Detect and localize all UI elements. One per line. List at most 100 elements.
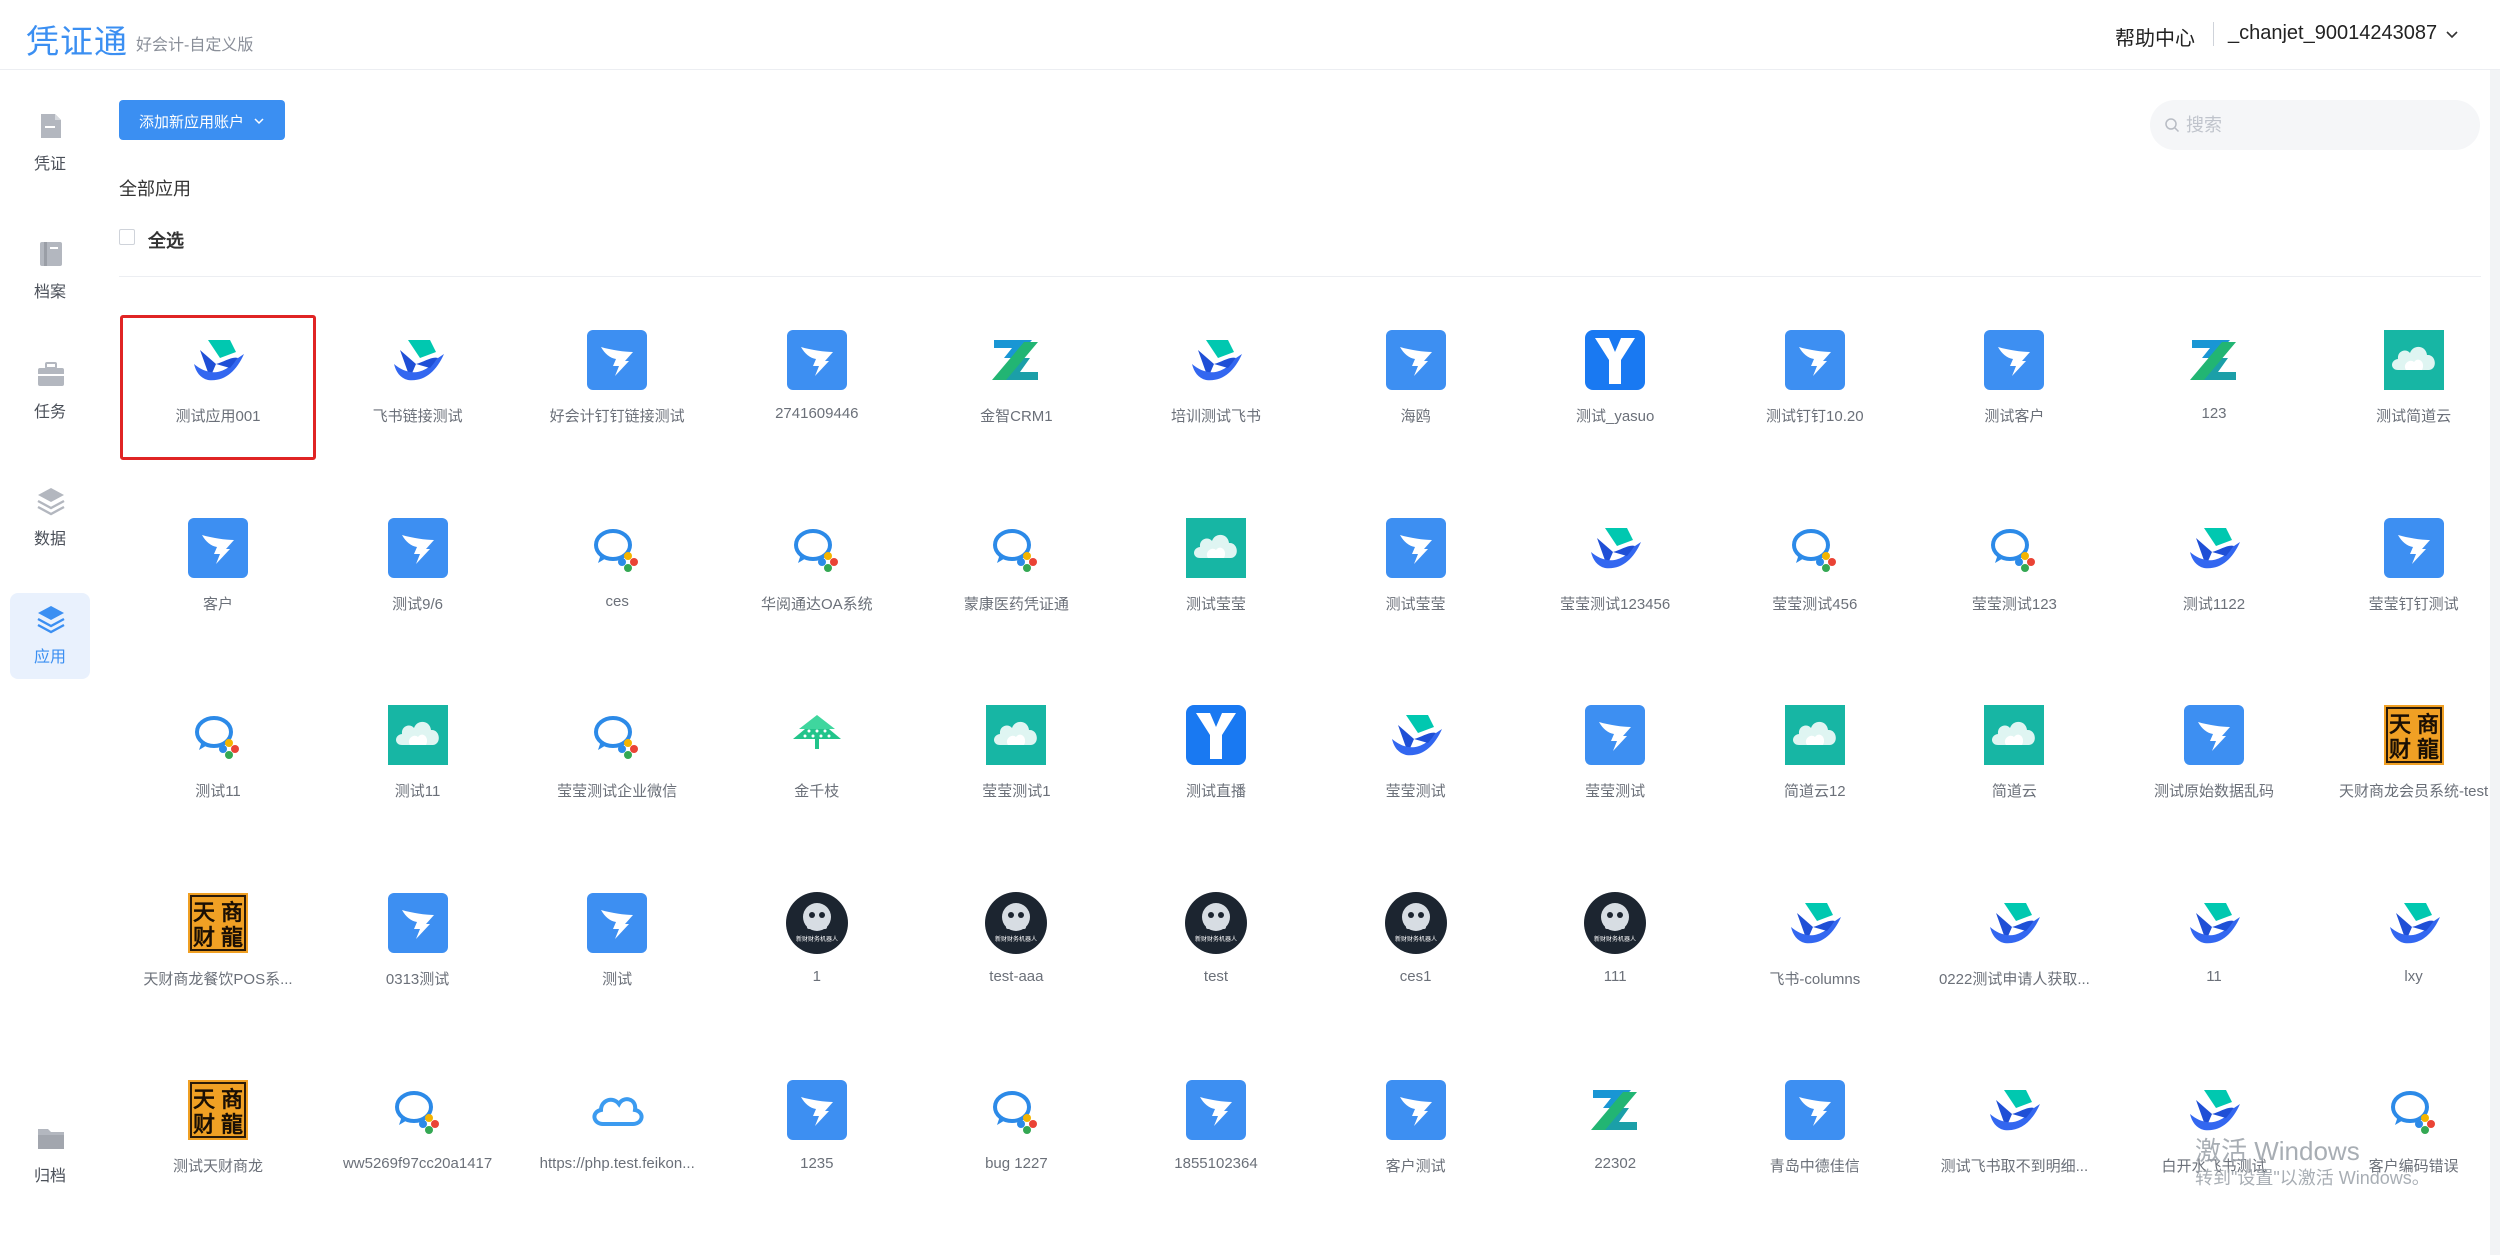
app-card[interactable]: 客户测试 xyxy=(1318,1065,1514,1210)
app-card[interactable]: 11 xyxy=(2116,878,2312,1023)
dingtalk-icon xyxy=(1783,328,1847,392)
feishu-icon xyxy=(1184,328,1248,392)
app-card[interactable]: 飞书链接测试 xyxy=(320,315,516,460)
app-card[interactable]: 1855102364 xyxy=(1118,1065,1314,1210)
app-card[interactable]: 飞书-columns xyxy=(1717,878,1913,1023)
app-card[interactable]: 莹莹测试123456 xyxy=(1517,503,1713,648)
app-card[interactable]: 测试 xyxy=(519,878,715,1023)
app-card[interactable]: 新财财务机器人 ces1 xyxy=(1318,878,1514,1023)
app-card[interactable]: 22302 xyxy=(1517,1065,1713,1210)
page-scrollbar[interactable] xyxy=(2490,70,2500,1255)
app-card[interactable]: 海鸥 xyxy=(1318,315,1514,460)
app-card[interactable]: 青岛中德佳信 xyxy=(1717,1065,1913,1210)
app-card[interactable]: 培训测试飞书 xyxy=(1118,315,1314,460)
app-card[interactable]: 测试直播 xyxy=(1118,690,1314,835)
app-card[interactable]: 华阅通达OA系统 xyxy=(719,503,915,648)
select-all-checkbox[interactable] xyxy=(119,229,135,245)
app-card[interactable]: 新财财务机器人 test-aaa xyxy=(918,878,1114,1023)
app-name: 2741609446 xyxy=(775,405,859,422)
app-card[interactable]: 0222测试申请人获取... xyxy=(1916,878,2112,1023)
help-center-link[interactable]: 帮助中心 xyxy=(2115,22,2195,51)
briefcase-icon xyxy=(38,362,64,386)
app-card[interactable]: 新财财务机器人 111 xyxy=(1517,878,1713,1023)
voucher-icon xyxy=(41,114,61,138)
dingtalk-icon xyxy=(585,328,649,392)
app-card[interactable]: 莹莹测试 xyxy=(1517,690,1713,835)
app-card[interactable]: 莹莹测试456 xyxy=(1717,503,1913,648)
app-name: 莹莹钉钉测试 xyxy=(2368,595,2459,613)
search-box[interactable] xyxy=(2150,100,2480,150)
svg-text:新财财务机器人: 新财财务机器人 xyxy=(1395,935,1437,943)
app-card[interactable]: 天 商 财 龍 测试天财商龙 xyxy=(120,1065,316,1210)
sidebar-item-label: 数据 xyxy=(33,531,66,548)
app-card[interactable]: bug 1227 xyxy=(918,1065,1114,1210)
app-card[interactable]: 测试客户 xyxy=(1916,315,2112,460)
wecom-icon xyxy=(984,516,1048,580)
app-name: 简道云12 xyxy=(1783,783,1846,801)
app-card[interactable]: 好会计钉钉链接测试 xyxy=(519,315,715,460)
app-card[interactable]: ww5269f97cc20a1417 xyxy=(320,1065,516,1210)
section-title: 全部应用 xyxy=(119,179,191,199)
app-card[interactable]: 金千枝 xyxy=(719,690,915,835)
app-logo[interactable]: 凭证通 xyxy=(26,15,128,63)
app-name: 好会计钉钉链接测试 xyxy=(549,408,685,425)
app-card[interactable]: 客户 xyxy=(120,503,316,648)
yonyou-icon xyxy=(1583,328,1647,392)
sidebar-item-task[interactable]: 任务 xyxy=(10,348,90,434)
sidebar-item-voucher[interactable]: 凭证 xyxy=(10,100,90,186)
app-card[interactable]: lxy xyxy=(2316,878,2500,1023)
app-card[interactable]: 0313测试 xyxy=(320,878,516,1023)
svg-text:龍: 龍 xyxy=(221,925,243,951)
app-card[interactable]: 测试莹莹 xyxy=(1318,503,1514,648)
tcsl-icon: 天 商 财 龍 xyxy=(186,1078,250,1142)
app-card[interactable]: 1235 xyxy=(719,1065,915,1210)
app-card[interactable]: 测试_yasuo xyxy=(1517,315,1713,460)
robot-icon: 新财财务机器人 xyxy=(1184,891,1248,955)
app-card[interactable]: 新财财务机器人 1 xyxy=(719,878,915,1023)
app-card[interactable]: 天 商 财 龍 天财商龙会员系统-test xyxy=(2316,690,2500,835)
app-card[interactable]: 测试11 xyxy=(320,690,516,835)
svg-text:新财财务机器人: 新财财务机器人 xyxy=(1195,935,1237,943)
app-card[interactable]: 莹莹测试企业微信 xyxy=(519,690,715,835)
app-card[interactable]: 测试莹莹 xyxy=(1118,503,1314,648)
app-card[interactable]: 测试简道云 xyxy=(2316,315,2500,460)
app-name: 1235 xyxy=(800,1155,834,1173)
user-menu[interactable]: _chanjet_90014243087 xyxy=(2228,22,2437,45)
svg-text:新财财务机器人: 新财财务机器人 xyxy=(995,935,1037,943)
app-card[interactable]: 测试原始数据乱码 xyxy=(2116,690,2312,835)
app-card[interactable]: 天 商 财 龍 天财商龙餐饮POS系... xyxy=(120,878,316,1023)
svg-text:新财财务机器人: 新财财务机器人 xyxy=(796,935,838,943)
app-card[interactable]: 测试应用001 xyxy=(120,315,316,460)
app-card[interactable]: 莹莹测试 xyxy=(1318,690,1514,835)
app-card[interactable]: 莹莹测试1 xyxy=(918,690,1114,835)
app-card[interactable]: 测试1122 xyxy=(2116,503,2312,648)
app-card[interactable]: ces xyxy=(519,503,715,648)
app-card[interactable]: 测试9/6 xyxy=(320,503,516,648)
chevron-down-icon[interactable] xyxy=(2444,26,2460,42)
sidebar-item-filed[interactable]: 归档 xyxy=(10,1112,90,1198)
app-card[interactable]: 测试飞书取不到明细... xyxy=(1916,1065,2112,1210)
app-card[interactable]: 莹莹钉钉测试 xyxy=(2316,503,2500,648)
app-card[interactable]: 123 xyxy=(2116,315,2312,460)
app-card[interactable]: 莹莹测试123 xyxy=(1916,503,2112,648)
app-card[interactable]: 测试钉钉10.20 xyxy=(1717,315,1913,460)
app-name: 测试莹莹 xyxy=(1385,595,1446,613)
sidebar-item-archive[interactable]: 档案 xyxy=(10,228,90,314)
add-app-account-label: 添加新应用账户 xyxy=(139,114,245,131)
app-card[interactable]: 蒙康医药凭证通 xyxy=(918,503,1114,648)
app-card[interactable]: 简道云12 xyxy=(1717,690,1913,835)
sidebar-item-apps[interactable]: 应用 xyxy=(10,593,90,679)
app-card[interactable]: 新财财务机器人 test xyxy=(1118,878,1314,1023)
sidebar-item-data[interactable]: 数据 xyxy=(10,475,90,561)
cloud-icon xyxy=(585,1078,649,1142)
add-app-account-button[interactable]: 添加新应用账户 xyxy=(119,100,285,140)
jdy-icon xyxy=(1184,516,1248,580)
app-card[interactable]: https://php.test.feikon... xyxy=(519,1065,715,1210)
app-card[interactable]: 2741609446 xyxy=(719,315,915,460)
app-name: 11 xyxy=(2206,967,2222,985)
app-card[interactable]: 金智CRM1 xyxy=(918,315,1114,460)
app-card[interactable]: 简道云 xyxy=(1916,690,2112,835)
search-input[interactable] xyxy=(2186,112,2466,138)
app-card[interactable]: 测试11 xyxy=(120,690,316,835)
dingtalk-icon xyxy=(1384,1078,1448,1142)
